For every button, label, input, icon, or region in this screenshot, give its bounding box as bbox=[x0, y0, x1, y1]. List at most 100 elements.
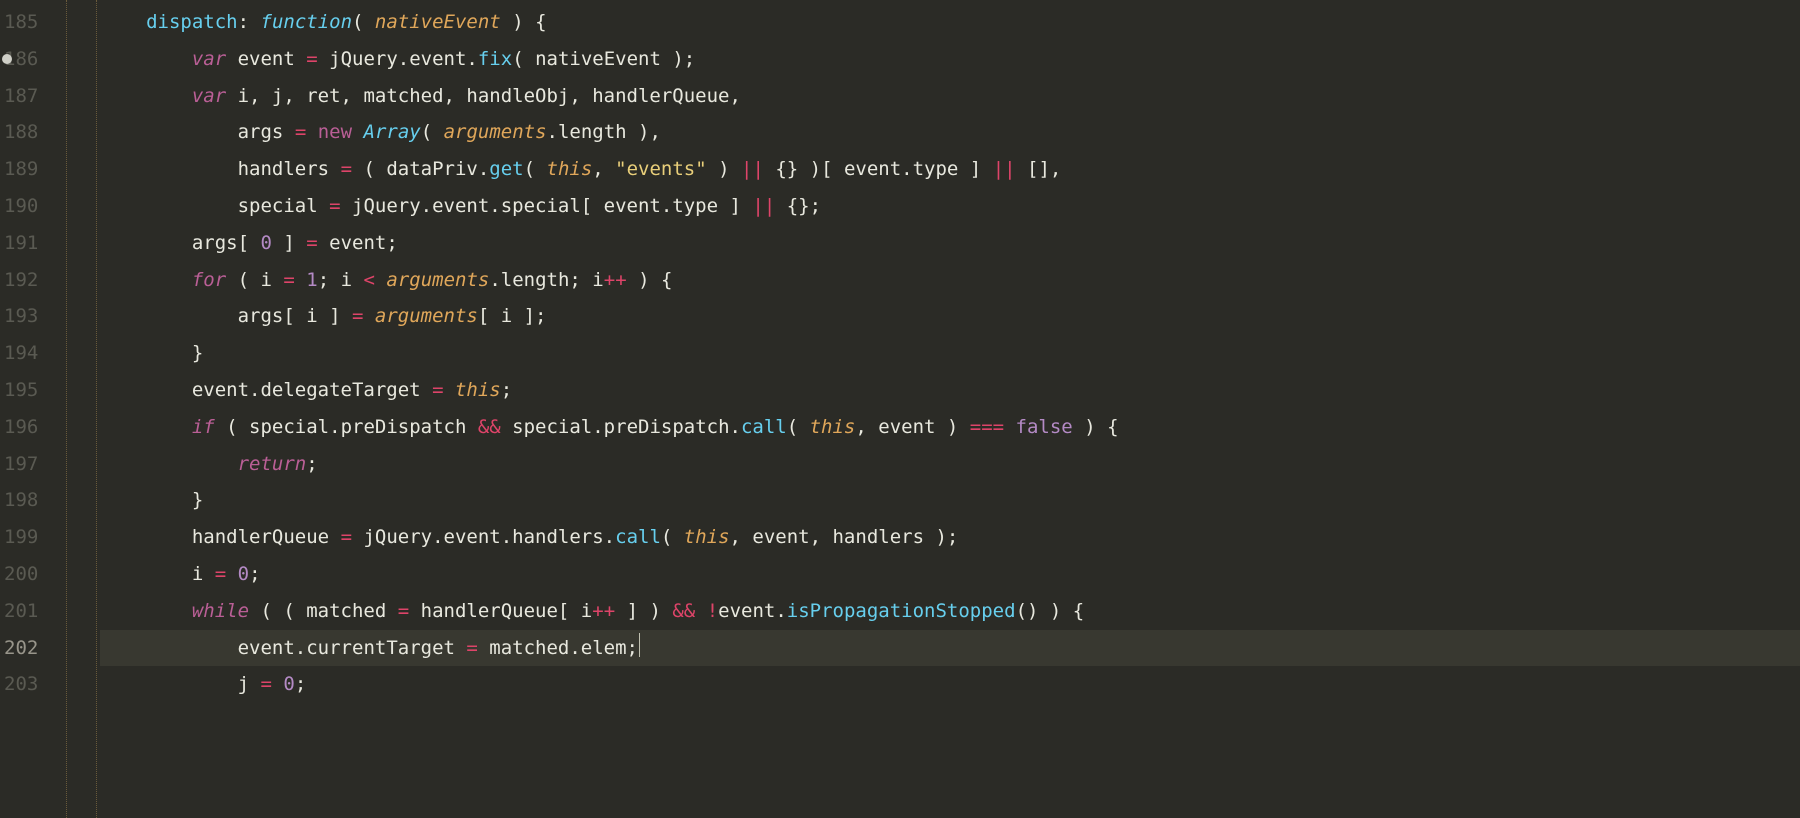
line-number[interactable]: 187 bbox=[4, 78, 38, 115]
code-line[interactable]: i = 0; bbox=[100, 556, 1800, 593]
code-area[interactable]: dispatch: function( nativeEvent ) { var … bbox=[100, 0, 1800, 818]
code-token: 0 bbox=[283, 673, 294, 695]
code-token: ( bbox=[661, 526, 684, 548]
code-token: = bbox=[261, 673, 272, 695]
code-token: && bbox=[478, 416, 501, 438]
code-token: ; bbox=[306, 453, 317, 475]
code-token: event. bbox=[718, 600, 787, 622]
code-token: nativeEvent bbox=[375, 11, 501, 33]
code-token: , bbox=[592, 158, 615, 180]
line-number[interactable]: 202 bbox=[4, 630, 38, 667]
code-line[interactable]: args = new Array( arguments.length ), bbox=[100, 114, 1800, 151]
line-number[interactable]: 191 bbox=[4, 225, 38, 262]
line-number[interactable]: 198 bbox=[4, 482, 38, 519]
code-token bbox=[295, 269, 306, 291]
code-token: && bbox=[672, 600, 695, 622]
code-line[interactable]: args[ 0 ] = event; bbox=[100, 225, 1800, 262]
code-line[interactable]: var event = jQuery.event.fix( nativeEven… bbox=[100, 41, 1800, 78]
modified-dot-icon bbox=[2, 54, 12, 64]
code-token: event.currentTarget bbox=[238, 637, 467, 659]
code-token: get bbox=[489, 158, 523, 180]
code-token: .length; i bbox=[489, 269, 603, 291]
code-line[interactable]: event.delegateTarget = this; bbox=[100, 372, 1800, 409]
code-token: special.preDispatch. bbox=[501, 416, 741, 438]
code-token: , event ) bbox=[855, 416, 969, 438]
code-line[interactable]: if ( special.preDispatch && special.preD… bbox=[100, 409, 1800, 446]
code-token: = bbox=[306, 48, 317, 70]
code-token: for bbox=[192, 269, 226, 291]
code-token: , event, handlers ); bbox=[730, 526, 959, 548]
code-line[interactable]: var i, j, ret, matched, handleObj, handl… bbox=[100, 78, 1800, 115]
code-token: } bbox=[192, 342, 203, 364]
code-token: ; i bbox=[318, 269, 364, 291]
code-token: new bbox=[318, 121, 352, 143]
code-line[interactable]: while ( ( matched = handlerQueue[ i++ ] … bbox=[100, 593, 1800, 630]
code-token bbox=[363, 305, 374, 327]
code-token: ) { bbox=[501, 11, 547, 33]
code-token: arguments bbox=[386, 269, 489, 291]
code-line[interactable]: special = jQuery.event.special[ event.ty… bbox=[100, 188, 1800, 225]
code-token: ( ( matched bbox=[249, 600, 398, 622]
code-token: j bbox=[238, 673, 261, 695]
code-token bbox=[272, 673, 283, 695]
code-token: ( special.preDispatch bbox=[215, 416, 478, 438]
code-token bbox=[306, 121, 317, 143]
code-line[interactable]: } bbox=[100, 482, 1800, 519]
code-token: = bbox=[329, 195, 340, 217]
code-token bbox=[226, 563, 237, 585]
code-token: this bbox=[684, 526, 730, 548]
indent-guides bbox=[52, 0, 100, 818]
line-number[interactable]: 186 bbox=[4, 41, 38, 78]
code-line[interactable]: return; bbox=[100, 446, 1800, 483]
code-token: "events" bbox=[615, 158, 707, 180]
line-number[interactable]: 192 bbox=[4, 262, 38, 299]
code-line[interactable]: dispatch: function( nativeEvent ) { bbox=[100, 4, 1800, 41]
line-number[interactable]: 195 bbox=[4, 372, 38, 409]
line-number[interactable]: 193 bbox=[4, 298, 38, 335]
line-number[interactable]: 197 bbox=[4, 446, 38, 483]
line-number[interactable]: 196 bbox=[4, 409, 38, 446]
code-token: special bbox=[238, 195, 330, 217]
line-number[interactable]: 199 bbox=[4, 519, 38, 556]
code-token: () ) { bbox=[1016, 600, 1085, 622]
code-line[interactable]: handlerQueue = jQuery.event.handlers.cal… bbox=[100, 519, 1800, 556]
line-number[interactable]: 190 bbox=[4, 188, 38, 225]
code-editor[interactable]: 1851861871881891901911921931941951961971… bbox=[0, 0, 1800, 818]
code-token: = bbox=[432, 379, 443, 401]
code-token: while bbox=[192, 600, 249, 622]
line-number[interactable]: 185 bbox=[4, 4, 38, 41]
code-token: = bbox=[341, 158, 352, 180]
line-number-gutter[interactable]: 1851861871881891901911921931941951961971… bbox=[0, 0, 52, 818]
code-token: ( bbox=[421, 121, 444, 143]
code-token: args[ bbox=[192, 232, 261, 254]
line-number[interactable]: 201 bbox=[4, 593, 38, 630]
code-token: ) { bbox=[1073, 416, 1119, 438]
code-token: {} )[ event.type ] bbox=[764, 158, 993, 180]
code-token: var bbox=[192, 85, 226, 107]
line-number[interactable]: 203 bbox=[4, 666, 38, 703]
code-token: 0 bbox=[238, 563, 249, 585]
code-token: handlers bbox=[238, 158, 341, 180]
code-token: event bbox=[226, 48, 306, 70]
code-token: if bbox=[192, 416, 215, 438]
code-token: ( i bbox=[226, 269, 283, 291]
line-number[interactable]: 189 bbox=[4, 151, 38, 188]
code-token: i, j, ret, matched, handleObj, handlerQu… bbox=[226, 85, 741, 107]
code-token: handlerQueue[ i bbox=[409, 600, 592, 622]
code-line[interactable]: for ( i = 1; i < arguments.length; i++ )… bbox=[100, 262, 1800, 299]
code-token bbox=[695, 600, 706, 622]
code-line[interactable]: args[ i ] = arguments[ i ]; bbox=[100, 298, 1800, 335]
code-token: : bbox=[238, 11, 261, 33]
code-line[interactable]: handlers = ( dataPriv.get( this, "events… bbox=[100, 151, 1800, 188]
code-line[interactable]: } bbox=[100, 335, 1800, 372]
line-number[interactable]: 188 bbox=[4, 114, 38, 151]
code-token: ; bbox=[501, 379, 512, 401]
code-line[interactable]: j = 0; bbox=[100, 666, 1800, 703]
code-line[interactable]: event.currentTarget = matched.elem; bbox=[100, 630, 1800, 667]
code-token: ( bbox=[352, 11, 375, 33]
code-token bbox=[375, 269, 386, 291]
code-token: === bbox=[970, 416, 1004, 438]
line-number[interactable]: 194 bbox=[4, 335, 38, 372]
code-token: = bbox=[466, 637, 477, 659]
line-number[interactable]: 200 bbox=[4, 556, 38, 593]
